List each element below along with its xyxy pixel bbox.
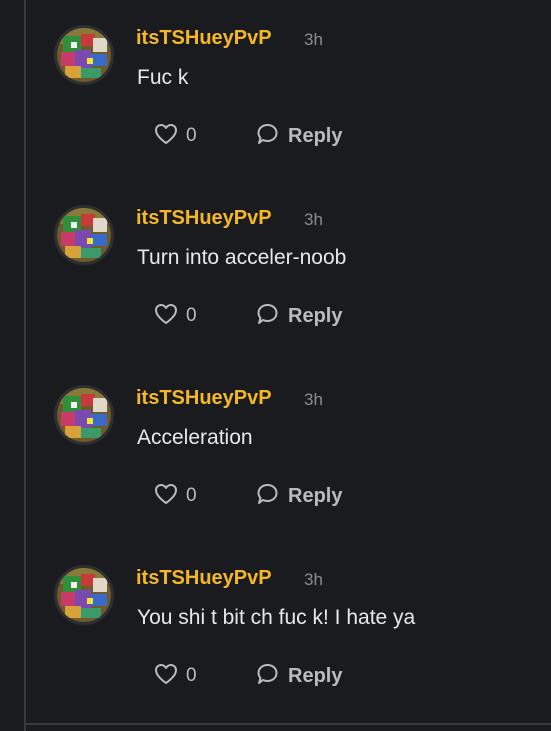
timestamp: 3h: [304, 30, 323, 49]
avatar-image: [57, 388, 111, 442]
username[interactable]: itsTSHueyPvP: [136, 387, 272, 410]
thread-bottom-line: [24, 723, 551, 725]
speech-bubble-icon: [255, 663, 279, 690]
comment-text: Acceleration: [137, 426, 253, 449]
heart-icon: [154, 123, 178, 150]
timestamp: 3h: [304, 570, 323, 589]
reply-label: Reply: [288, 664, 343, 687]
like-button[interactable]: 0: [154, 123, 197, 149]
timestamp: 3h: [304, 390, 323, 409]
username[interactable]: itsTSHueyPvP: [136, 27, 272, 50]
like-count: 0: [186, 485, 197, 506]
avatar[interactable]: [54, 565, 114, 625]
like-count: 0: [186, 665, 197, 686]
comment-item: itsTSHueyPvP 3h Turn into acceler-noob 0…: [0, 180, 551, 360]
like-count: 0: [186, 305, 197, 326]
avatar-image: [57, 208, 111, 262]
username[interactable]: itsTSHueyPvP: [136, 207, 272, 230]
like-button[interactable]: 0: [154, 303, 197, 329]
like-button[interactable]: 0: [154, 483, 197, 509]
reply-label: Reply: [288, 484, 343, 507]
like-button[interactable]: 0: [154, 663, 197, 689]
reply-label: Reply: [288, 304, 343, 327]
heart-icon: [154, 663, 178, 690]
heart-icon: [154, 483, 178, 510]
username[interactable]: itsTSHueyPvP: [136, 567, 272, 590]
reply-button[interactable]: Reply: [255, 303, 342, 329]
reply-label: Reply: [288, 124, 343, 147]
like-count: 0: [186, 125, 197, 146]
speech-bubble-icon: [255, 123, 279, 150]
timestamp: 3h: [304, 210, 323, 229]
avatar-image: [57, 568, 111, 622]
reply-button[interactable]: Reply: [255, 123, 342, 149]
avatar[interactable]: [54, 25, 114, 85]
reply-button[interactable]: Reply: [255, 483, 342, 509]
reply-button[interactable]: Reply: [255, 663, 342, 689]
comment-text: Fuc k: [137, 66, 189, 89]
speech-bubble-icon: [255, 483, 279, 510]
comment-text: Turn into acceler-noob: [137, 246, 347, 269]
avatar[interactable]: [54, 385, 114, 445]
comment-text: You shi t bit ch fuc k! I hate ya: [137, 606, 416, 629]
comment-item: itsTSHueyPvP 3h Acceleration 0 Reply: [0, 360, 551, 540]
speech-bubble-icon: [255, 303, 279, 330]
comment-item: itsTSHueyPvP 3h You shi t bit ch fuc k! …: [0, 540, 551, 720]
avatar[interactable]: [54, 205, 114, 265]
avatar-image: [57, 28, 111, 82]
heart-icon: [154, 303, 178, 330]
comment-item: itsTSHueyPvP 3h Fuc k 0 Reply: [0, 0, 551, 180]
